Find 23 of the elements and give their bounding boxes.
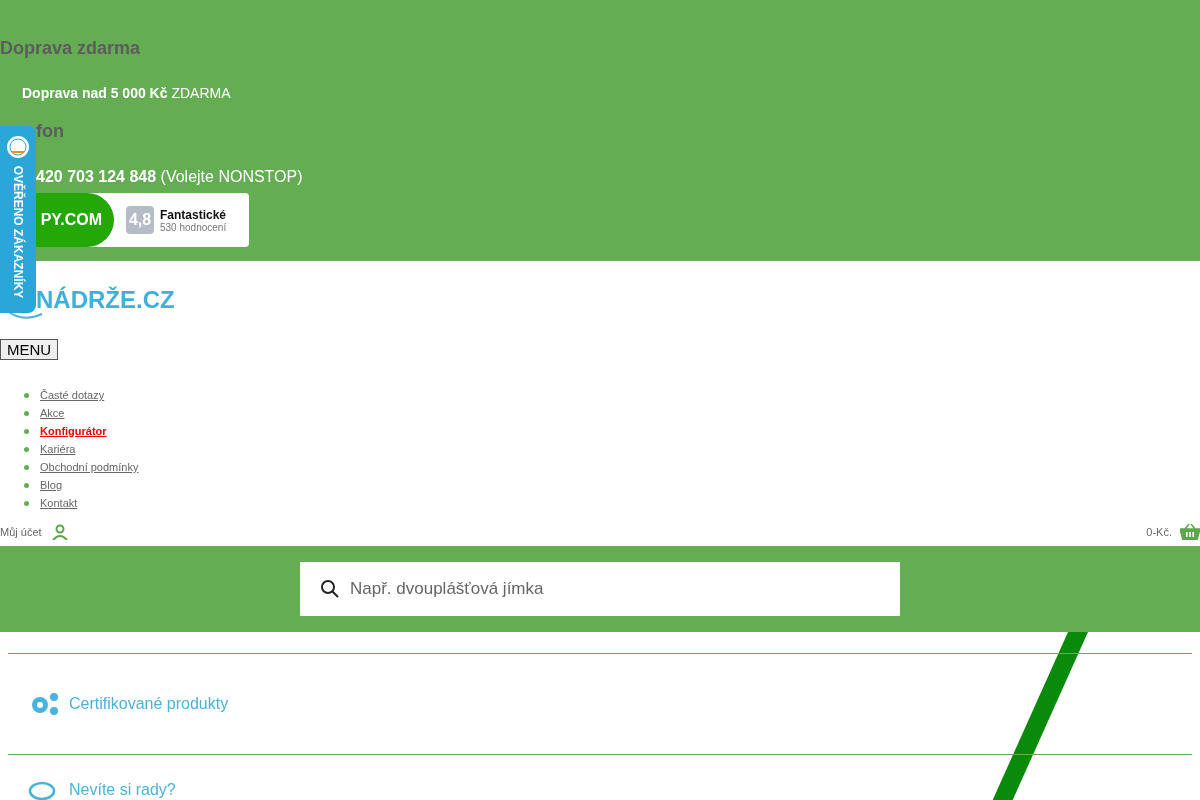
nav-link[interactable]: Časté dotazy <box>40 389 105 401</box>
user-icon[interactable] <box>51 524 68 540</box>
nav-link[interactable]: Obchodní podmínky <box>40 461 139 473</box>
seal-icon <box>6 135 30 159</box>
menu-button[interactable]: MENU <box>0 339 59 360</box>
rating-count: 530 hodnocení <box>160 221 227 233</box>
nav-link[interactable]: Kontakt <box>40 497 78 509</box>
account-link[interactable]: Můj účet <box>0 526 42 538</box>
rating-score: 4,8 <box>126 206 154 234</box>
rating-logo: PY.COM <box>36 193 114 247</box>
nav-link[interactable]: Kariéra <box>40 443 76 455</box>
shipping-heading: Doprava zdarma <box>0 38 142 59</box>
search-input[interactable]: Např. dvouplášťová jímka <box>300 562 900 616</box>
nav-link[interactable]: Blog <box>40 479 63 491</box>
nav-link[interactable]: Akce <box>40 407 65 419</box>
basket-icon[interactable] <box>1180 524 1200 540</box>
cart-total[interactable]: 0-Kč. <box>1146 526 1172 538</box>
rating-label: Fantastické <box>160 207 227 222</box>
shipping-text: Doprava nad 5 000 Kč ZDARMA <box>22 85 232 101</box>
phone-heading: fon <box>35 121 65 142</box>
badge-text: OVĚŘENO ZÁKAZNÍKY <box>11 165 25 299</box>
phone-note: (Volejte NONSTOP) <box>160 168 303 185</box>
nav-link[interactable]: Konfigurátor <box>40 425 107 437</box>
